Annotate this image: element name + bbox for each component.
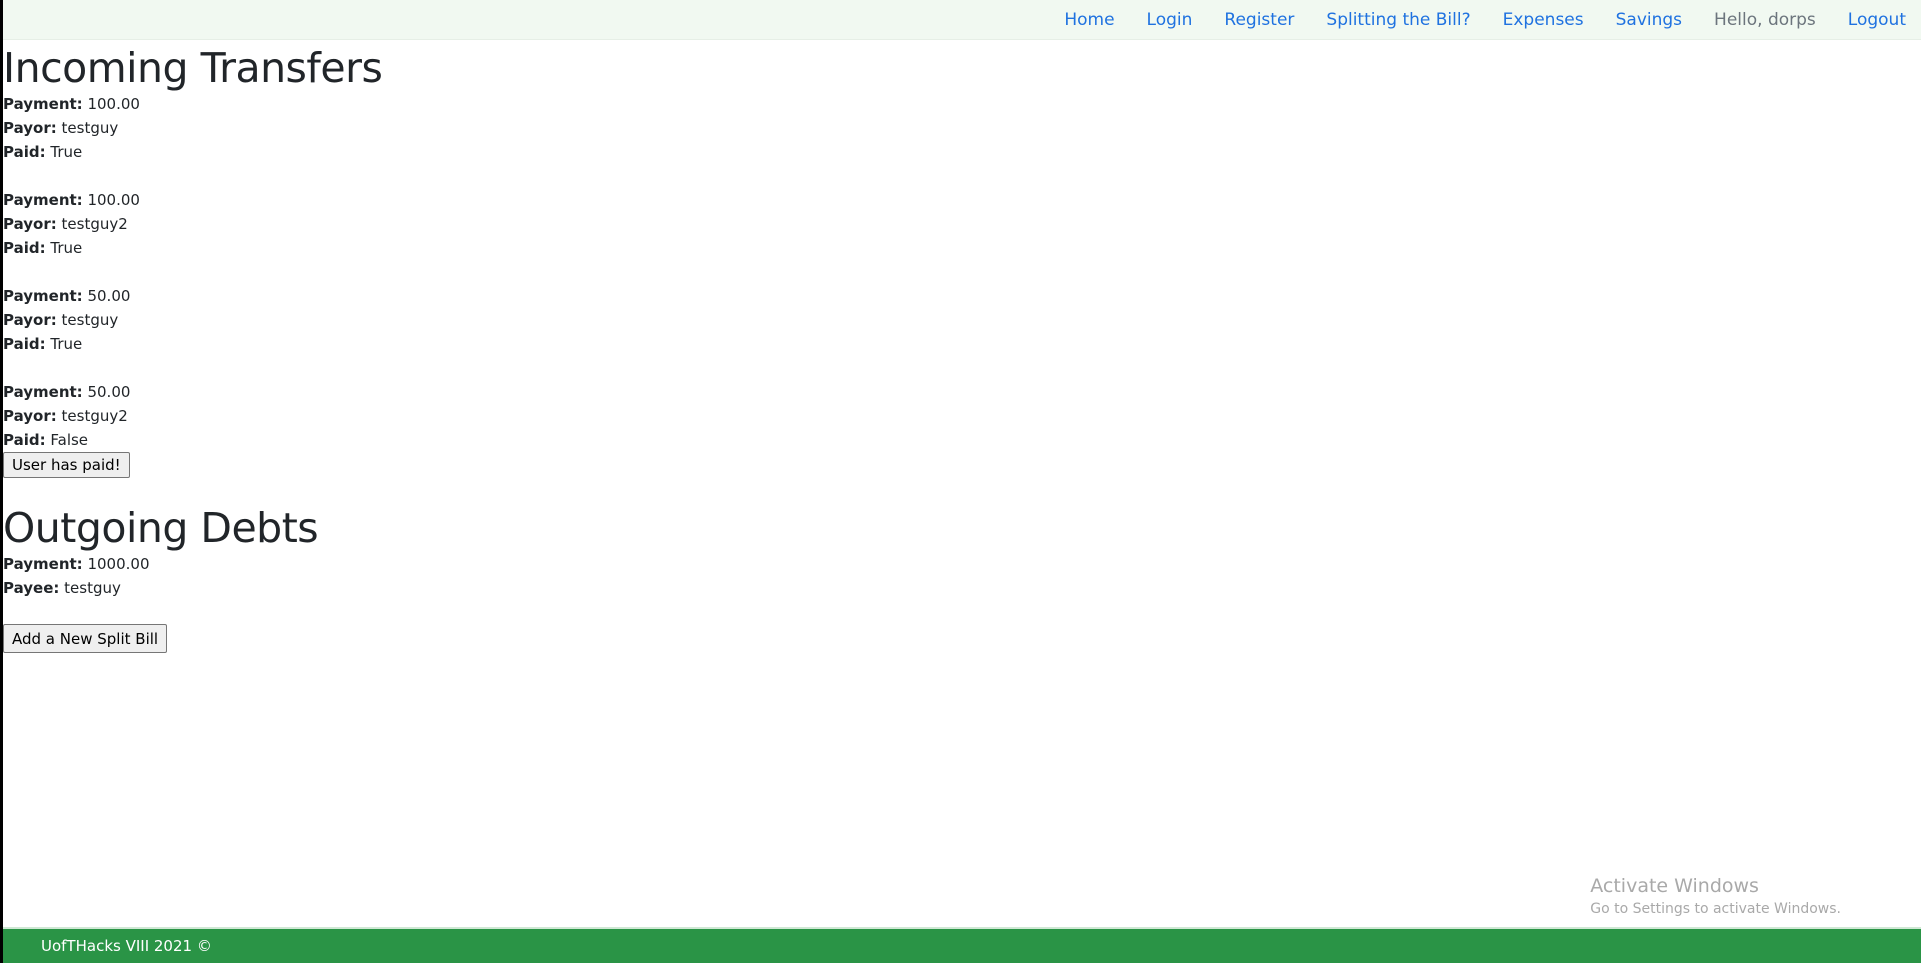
nav-link-logout[interactable]: Logout bbox=[1848, 10, 1906, 30]
user-has-paid-button[interactable]: User has paid! bbox=[3, 452, 130, 478]
payor-value: testguy2 bbox=[61, 407, 128, 425]
payor-label: Payor: bbox=[3, 311, 57, 329]
incoming-transfers-heading: Incoming Transfers bbox=[3, 44, 383, 92]
main-content: Incoming Transfers Payment: 100.00 Payor… bbox=[3, 44, 383, 653]
watermark-subtitle: Go to Settings to activate Windows. bbox=[1590, 901, 1841, 917]
paid-value: True bbox=[50, 335, 83, 353]
outgoing-debts-heading: Outgoing Debts bbox=[3, 504, 319, 552]
paid-label: Paid: bbox=[3, 431, 46, 449]
paid-value: True bbox=[50, 143, 83, 161]
footer-text: UofTHacks VIII 2021 © bbox=[41, 937, 212, 955]
payor-label: Payor: bbox=[3, 215, 57, 233]
payment-value: 100.00 bbox=[87, 95, 140, 113]
add-new-split-bill-button[interactable]: Add a New Split Bill bbox=[3, 624, 168, 653]
watermark-title: Activate Windows bbox=[1590, 875, 1759, 897]
activate-windows-watermark: Activate Windows Go to Settings to activ… bbox=[1590, 873, 1841, 919]
payor-label: Payor: bbox=[3, 407, 57, 425]
paid-label: Paid: bbox=[3, 143, 46, 161]
incoming-record: Payment: 50.00 Payor: testguy Paid: True bbox=[3, 284, 382, 356]
paid-label: Paid: bbox=[3, 239, 46, 257]
nav-link-home[interactable]: Home bbox=[1064, 10, 1114, 30]
payment-label: Payment: bbox=[3, 555, 83, 573]
outgoing-record: Payment: 1000.00 Payee: testguy bbox=[3, 552, 382, 600]
nav-link-expenses[interactable]: Expenses bbox=[1503, 10, 1584, 30]
payor-value: testguy2 bbox=[61, 215, 128, 233]
payment-value: 100.00 bbox=[87, 191, 140, 209]
user-greeting: Hello, dorps bbox=[1714, 9, 1816, 30]
payment-label: Payment: bbox=[3, 383, 83, 401]
payor-value: testguy bbox=[61, 119, 119, 137]
page: Home Login Register Splitting the Bill? … bbox=[0, 0, 1921, 963]
payee-label: Payee: bbox=[3, 579, 60, 597]
page-footer: UofTHacks VIII 2021 © bbox=[3, 927, 1921, 963]
incoming-record: Payment: 50.00 Payor: testguy2 Paid: Fal… bbox=[3, 380, 382, 452]
incoming-record: Payment: 100.00 Payor: testguy Paid: Tru… bbox=[3, 92, 382, 164]
paid-label: Paid: bbox=[3, 335, 46, 353]
payment-label: Payment: bbox=[3, 191, 83, 209]
nav-link-splitting-bill[interactable]: Splitting the Bill? bbox=[1326, 10, 1470, 30]
top-navbar: Home Login Register Splitting the Bill? … bbox=[3, 0, 1921, 40]
nav-link-register[interactable]: Register bbox=[1224, 10, 1294, 30]
payor-value: testguy bbox=[61, 311, 119, 329]
payment-value: 1000.00 bbox=[87, 555, 150, 573]
nav-link-login[interactable]: Login bbox=[1147, 10, 1193, 30]
payment-label: Payment: bbox=[3, 287, 83, 305]
payment-value: 50.00 bbox=[87, 287, 131, 305]
paid-value: True bbox=[50, 239, 83, 257]
nav-link-savings[interactable]: Savings bbox=[1616, 10, 1682, 30]
incoming-record: Payment: 100.00 Payor: testguy2 Paid: Tr… bbox=[3, 188, 382, 260]
paid-value: False bbox=[50, 431, 89, 449]
payee-value: testguy bbox=[64, 579, 121, 597]
payor-label: Payor: bbox=[3, 119, 57, 137]
payment-value: 50.00 bbox=[87, 383, 131, 401]
payment-label: Payment: bbox=[3, 95, 83, 113]
